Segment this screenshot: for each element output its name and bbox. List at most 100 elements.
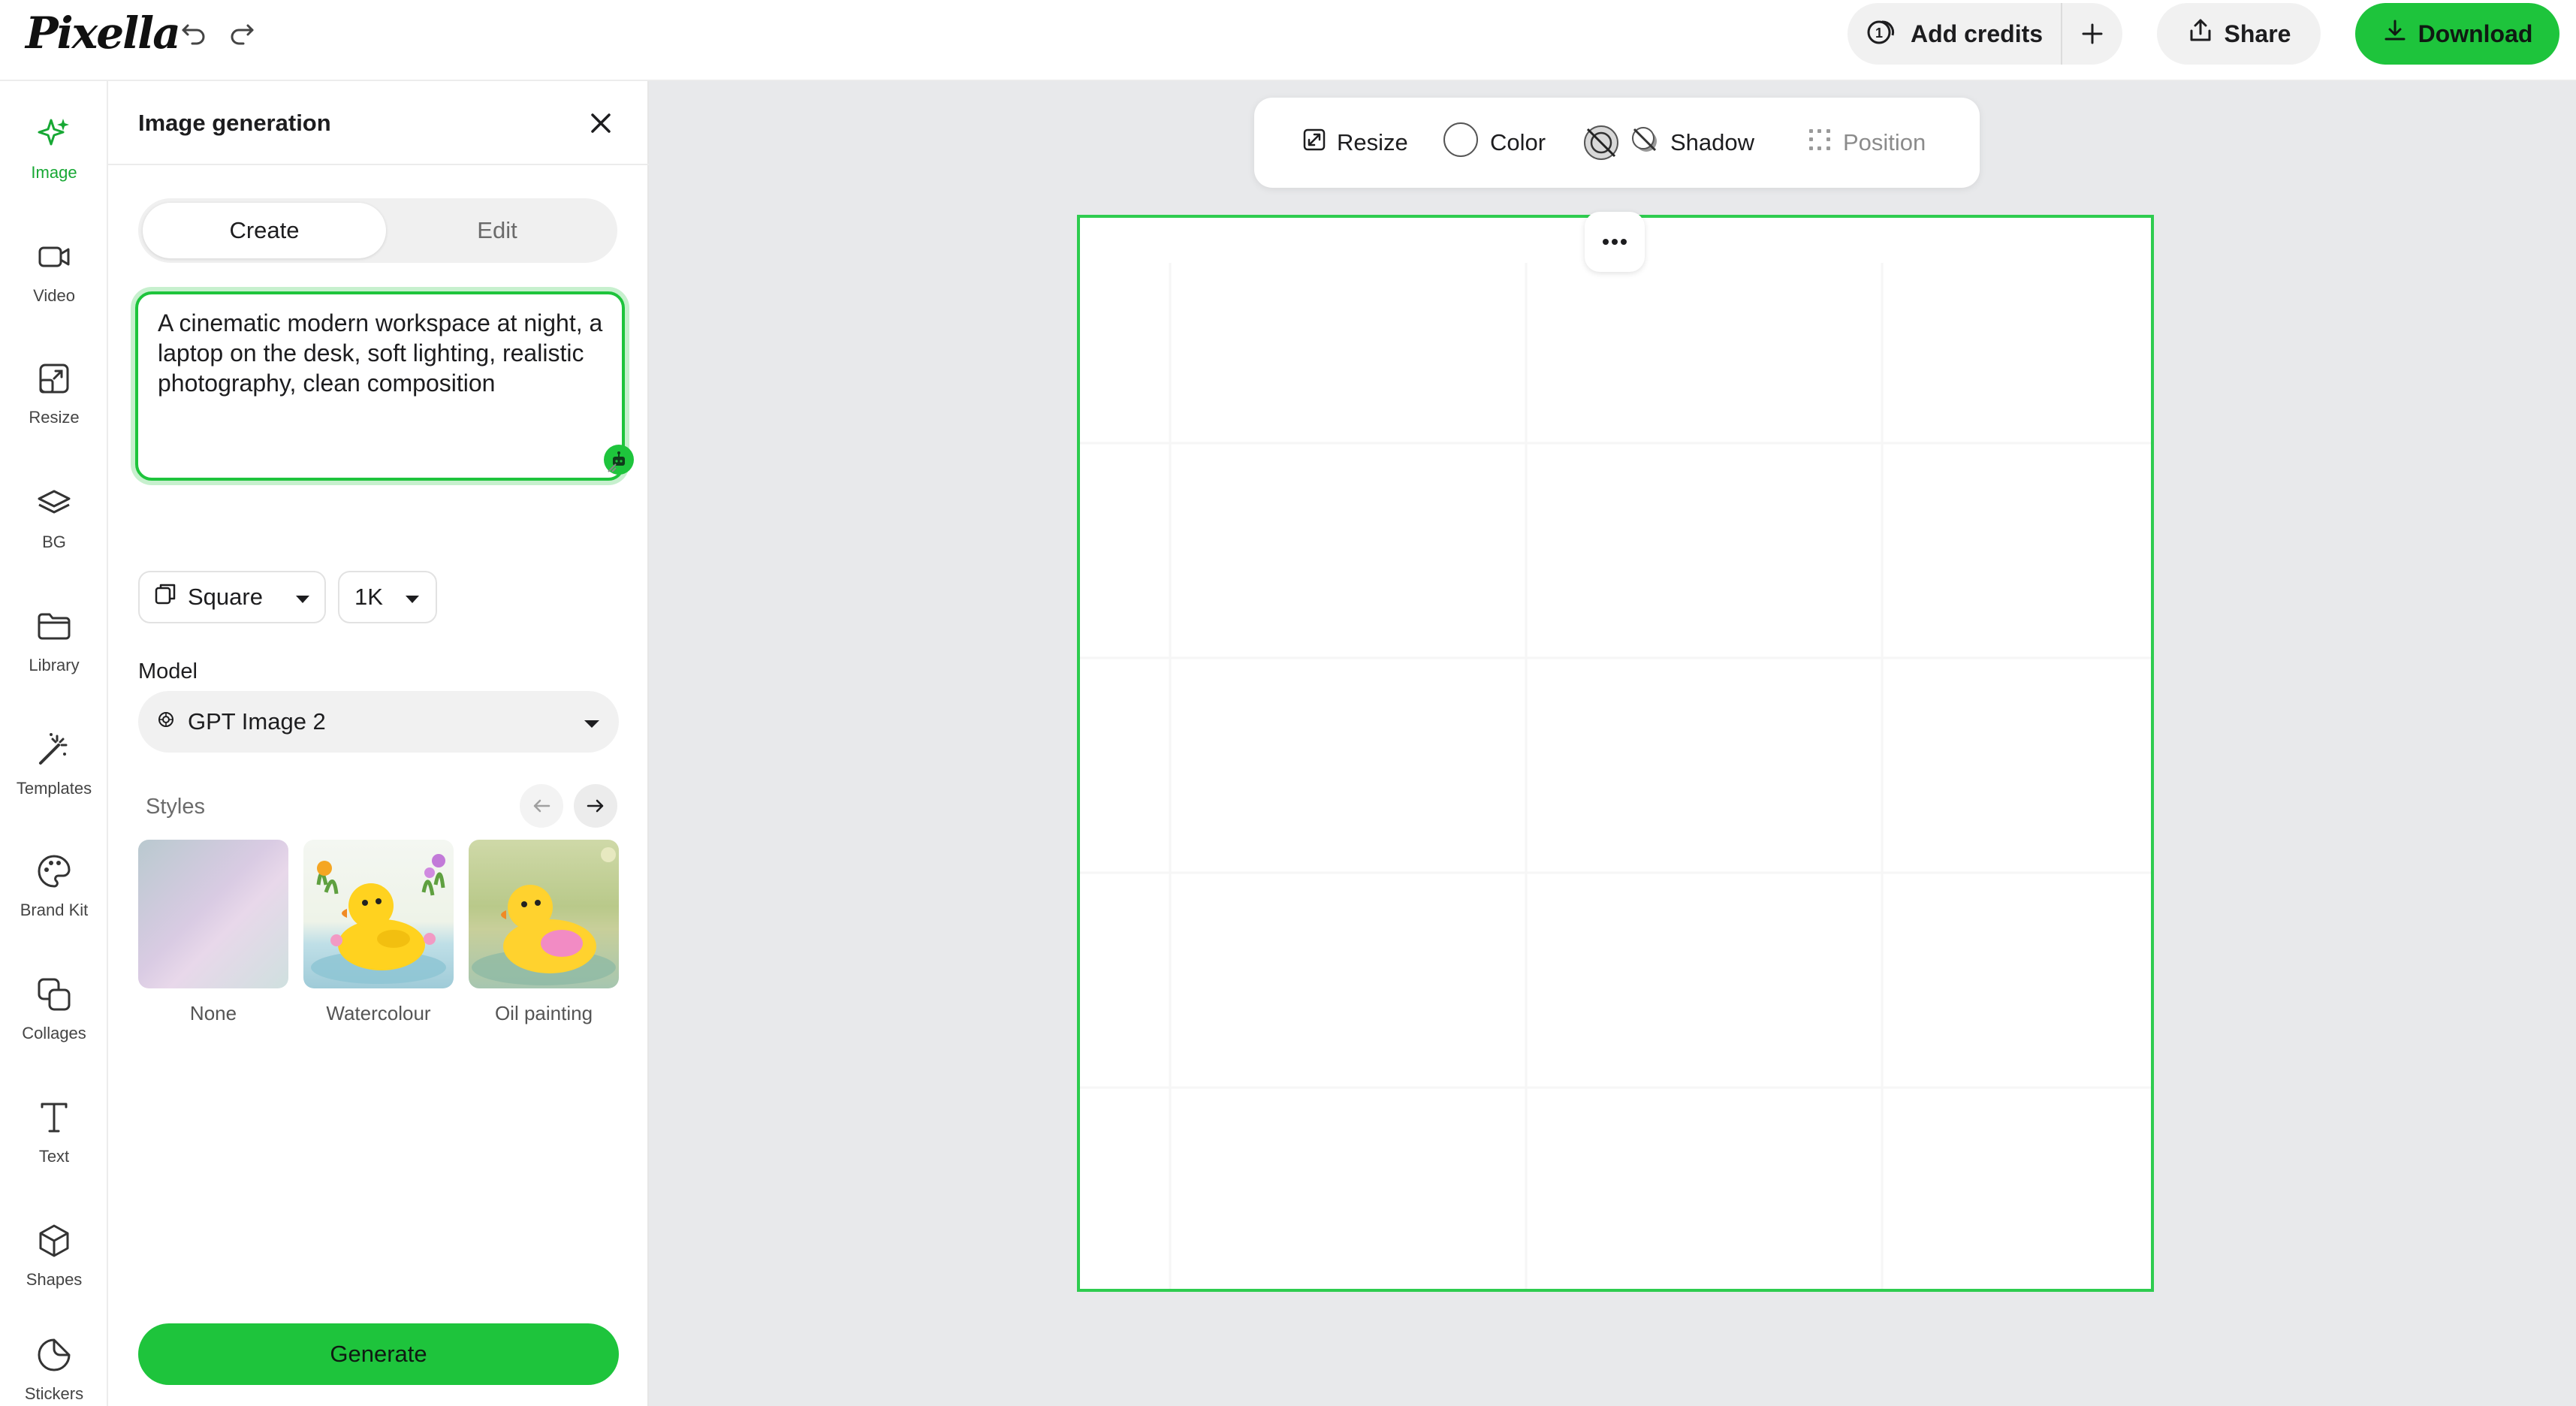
artboard-faint-grid [1080, 263, 2151, 1289]
undo-icon[interactable] [176, 15, 212, 51]
style-name: None [189, 1002, 237, 1024]
download-button[interactable]: Download [2355, 3, 2559, 65]
style-card-none[interactable]: None [138, 840, 288, 1025]
rail-item-bg[interactable]: BG [0, 473, 108, 563]
video-icon [36, 239, 72, 279]
position-icon [1807, 127, 1832, 158]
no-fill-icon[interactable] [1582, 98, 1621, 188]
rail-item-resize[interactable]: Resize [0, 348, 108, 439]
arrow-left-icon[interactable] [520, 784, 563, 828]
sparkle-icon [36, 116, 72, 155]
svg-text:1: 1 [1875, 26, 1883, 41]
model-select[interactable]: GPT Image 2 [138, 691, 619, 753]
magic-wand-icon [36, 732, 72, 771]
collage-icon [36, 976, 72, 1016]
add-credits-label: Add credits [1911, 20, 2044, 47]
coin-icon: 1 [1866, 14, 1899, 53]
resolution-value: 1K [354, 584, 383, 610]
style-card-watercolour[interactable]: Watercolour [303, 840, 454, 1025]
canvas-workspace: Resize Color Shadow Position [649, 81, 2576, 1406]
panel-title: Image generation [138, 110, 331, 136]
resize-grip-icon[interactable] [604, 460, 617, 473]
rail-label-shapes: Shapes [26, 1269, 83, 1289]
prompt-textarea[interactable]: A cinematic modern workspace at night, a… [135, 291, 634, 481]
model-value: GPT Image 2 [188, 708, 326, 735]
rail-item-stickers[interactable]: Stickers [0, 1325, 108, 1406]
style-card-oil-painting[interactable]: Oil painting [469, 840, 619, 1025]
rail-label-brand-kit: Brand Kit [20, 900, 89, 919]
image-generation-panel: Image generation Create Edit A cinematic… [108, 81, 649, 1406]
chevron-down-icon [404, 584, 421, 611]
layers-icon [36, 485, 72, 525]
chevron-down-icon [294, 584, 311, 611]
toolbar-resize-button[interactable]: Resize [1302, 98, 1408, 188]
more-options-icon[interactable] [1585, 212, 1645, 272]
rail-label-stickers: Stickers [24, 1383, 84, 1403]
rail-item-templates[interactable]: Templates [0, 720, 108, 810]
rail-item-collages[interactable]: Collages [0, 964, 108, 1054]
tab-edit[interactable]: Edit [376, 203, 619, 258]
toolbar-resize-label: Resize [1337, 129, 1408, 155]
resolution-select[interactable]: 1K [338, 571, 437, 623]
context-toolbar: Resize Color Shadow Position [1254, 98, 1980, 188]
pixella-logo[interactable]: Pixella [26, 8, 181, 59]
toolbar-shadow-label: Shadow [1670, 129, 1755, 155]
rail-item-brand-kit[interactable]: Brand Kit [0, 841, 108, 931]
download-label: Download [2418, 20, 2533, 47]
left-rail: Image Video Resize BG Library Templates [0, 81, 108, 1406]
redo-icon[interactable] [224, 15, 260, 51]
duck-watercolour-illustration [311, 854, 446, 984]
model-label: Model [138, 659, 198, 683]
close-icon[interactable] [586, 108, 616, 138]
rail-label-image: Image [31, 162, 77, 182]
toolbar-position-button[interactable]: Position [1807, 98, 1926, 188]
panel-header: Image generation [108, 81, 649, 165]
tab-create[interactable]: Create [143, 203, 386, 258]
share-icon [2187, 17, 2214, 50]
style-thumb-watercolour [303, 840, 454, 988]
style-name: Oil painting [494, 1002, 593, 1024]
resize-icon [36, 361, 72, 400]
duck-oil-illustration [472, 847, 616, 985]
rail-label-templates: Templates [16, 778, 92, 798]
add-credits-button[interactable]: 1 Add credits [1848, 3, 2063, 65]
arrow-right-icon[interactable] [574, 784, 617, 828]
aspect-ratio-icon [153, 582, 177, 612]
shadow-icon [1630, 125, 1660, 161]
openai-icon [156, 708, 176, 735]
share-button[interactable]: Share [2157, 3, 2321, 65]
artboard-canvas[interactable] [1077, 215, 2154, 1292]
toolbar-position-label: Position [1843, 129, 1926, 155]
sticker-icon [36, 1337, 72, 1377]
generate-button[interactable]: Generate [138, 1323, 619, 1385]
rail-label-text: Text [38, 1146, 70, 1166]
style-thumb-none [138, 840, 288, 988]
aspect-ratio-value: Square [188, 584, 263, 610]
text-icon [36, 1100, 72, 1139]
rail-item-shapes[interactable]: Shapes [0, 1211, 108, 1301]
toolbar-color-label: Color [1490, 129, 1546, 155]
rail-item-image[interactable]: Image [0, 104, 108, 194]
rail-item-text[interactable]: Text [0, 1088, 108, 1178]
color-swatch-icon [1442, 121, 1480, 164]
rail-label-resize: Resize [29, 407, 80, 427]
folder-icon [36, 608, 72, 648]
style-thumb-oil-painting [469, 840, 619, 988]
style-name: Watercolour [326, 1002, 431, 1024]
chevron-down-icon [583, 708, 601, 735]
credits-group: 1 Add credits [1848, 3, 2122, 65]
rail-label-video: Video [33, 285, 75, 305]
add-credits-plus-button[interactable] [2062, 3, 2122, 65]
download-icon [2382, 18, 2408, 50]
toolbar-shadow-button[interactable]: Shadow [1630, 98, 1754, 188]
aspect-ratio-select[interactable]: Square [138, 571, 326, 623]
top-bar: Pixella 1 Add credits Share Download [0, 0, 2576, 81]
rail-item-library[interactable]: Library [0, 596, 108, 686]
rail-item-video[interactable]: Video [0, 227, 108, 317]
resize-icon [1302, 128, 1326, 158]
toolbar-color-button[interactable]: Color [1442, 98, 1546, 188]
cube-icon [36, 1223, 72, 1263]
share-label: Share [2224, 20, 2291, 47]
rail-label-collages: Collages [22, 1023, 86, 1042]
rail-label-bg: BG [42, 532, 66, 551]
